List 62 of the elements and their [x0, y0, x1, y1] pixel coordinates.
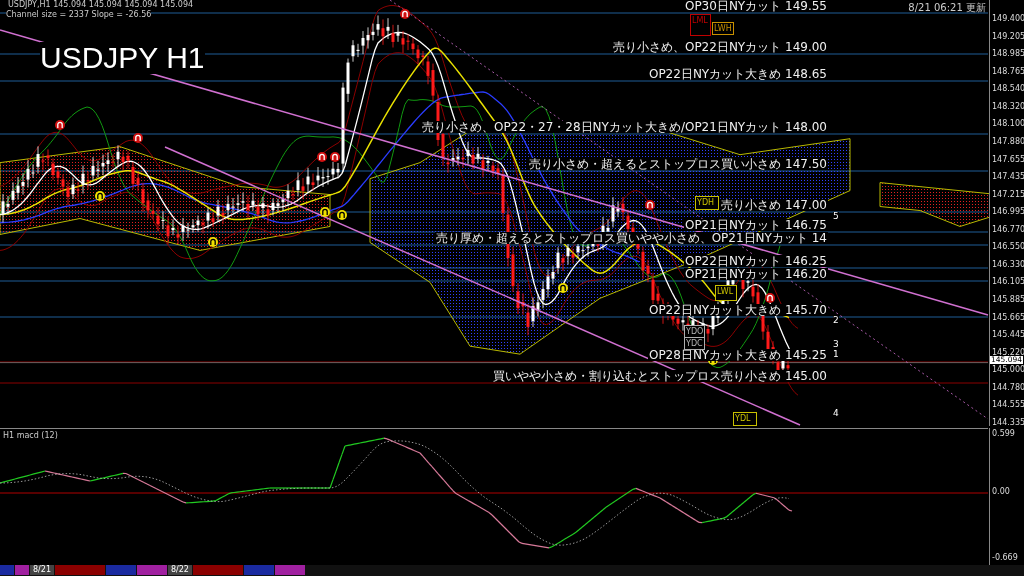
marker-label: YDL: [733, 412, 757, 426]
price-tick: 149.205: [992, 32, 1024, 41]
session-segment: [136, 565, 167, 575]
price-tick: 145.000: [992, 366, 1024, 375]
price-tick: 148.985: [992, 50, 1024, 59]
price-tick: 149.400: [992, 15, 1024, 23]
macd-tick: 0.599: [992, 430, 1015, 438]
session-segment: [15, 565, 29, 575]
price-tick: 144.555: [992, 401, 1024, 410]
level-label: 売り小さめ・超えるとストップロス買い小さめ 147.50: [528, 158, 828, 170]
price-tick: 146.105: [992, 278, 1024, 287]
marker-label: LML: [690, 14, 711, 36]
wave-label: 1: [833, 350, 839, 359]
price-tick: 145.885: [992, 296, 1024, 305]
price-tick: 145.445: [992, 331, 1024, 340]
level-label: 売り小さめ、OP22・27・28日NYカット大きめ/OP21日NYカット 148.00: [421, 121, 828, 133]
update-time: 8/21 06:21 更新: [908, 1, 986, 15]
level-label: 売り小さめ 147.00: [720, 199, 828, 211]
price-tick: 146.550: [992, 243, 1024, 252]
wave-label: 2: [833, 316, 839, 325]
macd-tick: -0.669: [992, 554, 1018, 562]
price-tick: 147.215: [992, 190, 1024, 199]
marker-label: YDH: [695, 196, 719, 210]
level-label: 売り厚め・超えるとストップロス買いやや小さめ、OP21日NYカット 14: [434, 232, 828, 244]
date-label: 8/21: [30, 565, 54, 575]
marker-label: LWL: [715, 285, 737, 301]
price-tick: 144.335: [992, 419, 1024, 427]
date-label: 8/22: [167, 565, 192, 575]
level-label: OP21日NYカット 146.20: [683, 268, 828, 280]
price-tick: 148.765: [992, 67, 1024, 76]
level-label: OP22日NYカット大きめ 148.65: [647, 68, 828, 80]
price-tick: 146.995: [992, 208, 1024, 217]
price-tick: 147.435: [992, 173, 1024, 182]
level-label: 買いやや小さめ・割り込むとストップロス売り小さめ 145.00: [492, 370, 828, 382]
price-tick: 145.220: [992, 348, 1024, 357]
price-tick: 148.320: [992, 102, 1024, 111]
price-tick: 145.665: [992, 313, 1024, 322]
chart-title: USDJPY H1: [40, 42, 205, 74]
price-tick: 146.330: [992, 260, 1024, 269]
level-label: OP22日NYカット 146.25: [683, 255, 828, 267]
session-segment: [0, 565, 14, 575]
level-label: 売り小さめ、OP22日NYカット 149.00: [611, 41, 828, 53]
indicator-label: H1 macd (12): [3, 431, 58, 440]
session-segment: [274, 565, 305, 575]
price-tick: 146.770: [992, 225, 1024, 234]
price-tick: 148.100: [992, 120, 1024, 129]
price-tick: 144.780: [992, 383, 1024, 392]
level-label: OP28日NYカット大きめ 145.25: [647, 349, 828, 361]
level-label: OP21日NYカット 146.75: [683, 219, 828, 231]
price-tick: 147.655: [992, 155, 1024, 164]
wave-label: 3: [833, 340, 839, 349]
marker-label: LWH: [712, 22, 734, 35]
marker-label: YDC: [684, 337, 705, 350]
symbol-info: USDJPY,H1 145.094 145.094 145.094 145.094: [8, 0, 194, 9]
wave-label: 4: [833, 409, 839, 418]
level-label: OP22日NYカット大きめ 145.70: [647, 304, 828, 316]
price-tick: 148.540: [992, 85, 1024, 94]
level-label: OP30日NYカット 149.55: [683, 0, 828, 12]
wave-label: 5: [833, 212, 839, 221]
channel-info: Channel size = 2337 Slope = -26.56: [6, 10, 152, 19]
macd-tick: 0.00: [992, 488, 1010, 496]
price-tick: 147.880: [992, 137, 1024, 146]
